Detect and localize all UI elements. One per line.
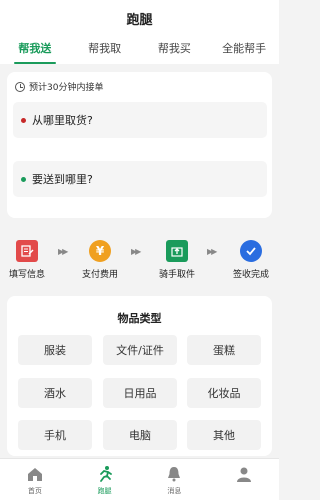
pickup-dot-icon: [21, 117, 26, 123]
step-arrow-icon: ▶▶: [58, 247, 68, 256]
item-type-option[interactable]: 日用品: [103, 378, 177, 408]
item-type-option[interactable]: 其他: [187, 420, 261, 450]
dropoff-address-label: 要送到哪里?: [32, 173, 93, 186]
nav-home[interactable]: 首页: [0, 459, 70, 500]
app-header: 跑腿: [0, 0, 279, 36]
item-type-option[interactable]: 手机: [18, 420, 92, 450]
page-title: 跑腿: [126, 12, 153, 28]
step-arrow-icon: ▶▶: [207, 247, 217, 256]
tab-buy[interactable]: 帮我买: [140, 36, 210, 64]
step-sign-complete: 签收完成: [221, 240, 281, 280]
profile-icon: [235, 465, 253, 483]
dropoff-address-field[interactable]: 要送到哪里?: [13, 161, 267, 197]
step-arrow-icon: ▶▶: [131, 247, 141, 256]
eta-row: 预计30分钟内接单: [15, 80, 103, 93]
runner-icon: [96, 465, 114, 483]
tab-allround-helper[interactable]: 全能帮手: [209, 36, 279, 64]
nav-label: 跑腿: [97, 487, 112, 495]
package-up-icon: [166, 240, 188, 262]
home-icon: [26, 465, 44, 483]
nav-profile[interactable]: [209, 459, 279, 500]
form-edit-icon: [16, 240, 38, 262]
bell-icon: [165, 465, 183, 483]
process-steps: 填写信息 ▶▶ ¥ 支付费用 ▶▶ 骑手取件 ▶▶ 签收完成: [0, 240, 279, 290]
step-fill-info: 填写信息: [0, 240, 57, 280]
item-type-option[interactable]: 蛋糕: [187, 335, 261, 365]
service-tabs: 帮我送 帮我取 帮我买 全能帮手: [0, 36, 279, 64]
check-circle-icon: [240, 240, 262, 262]
yen-coin-icon: ¥: [89, 240, 111, 262]
step-label: 签收完成: [232, 270, 269, 280]
nav-messages[interactable]: 消息: [140, 459, 210, 500]
clock-icon: [15, 81, 25, 92]
pickup-address-label: 从哪里取货?: [32, 114, 93, 127]
tab-deliver[interactable]: 帮我送: [0, 36, 70, 64]
item-type-option[interactable]: 化妆品: [187, 378, 261, 408]
step-label: 填写信息: [8, 270, 45, 280]
eta-text: 预计30分钟内接单: [29, 83, 104, 93]
nav-label: 首页: [27, 487, 42, 495]
item-type-option[interactable]: 文件/证件: [103, 335, 177, 365]
step-rider-pickup: 骑手取件: [147, 240, 207, 280]
nav-errand[interactable]: 跑腿: [70, 459, 140, 500]
dropoff-dot-icon: [21, 176, 26, 182]
item-type-card: 物品类型 服装 文件/证件 蛋糕 酒水 日用品 化妆品 手机 电脑 其他: [7, 296, 272, 456]
step-label: 骑手取件: [158, 270, 195, 280]
tab-pickup[interactable]: 帮我取: [70, 36, 140, 64]
nav-label: 消息: [167, 487, 182, 495]
pickup-address-field[interactable]: 从哪里取货?: [13, 102, 267, 138]
step-label: 支付费用: [81, 270, 118, 280]
bottom-nav: 首页 跑腿 消息: [0, 458, 279, 500]
item-type-option[interactable]: 酒水: [18, 378, 92, 408]
item-type-title: 物品类型: [117, 312, 162, 325]
step-pay: ¥ 支付费用: [70, 240, 130, 280]
item-type-option[interactable]: 服装: [18, 335, 92, 365]
address-card: 预计30分钟内接单 从哪里取货? 要送到哪里?: [7, 72, 272, 218]
item-type-option[interactable]: 电脑: [103, 420, 177, 450]
